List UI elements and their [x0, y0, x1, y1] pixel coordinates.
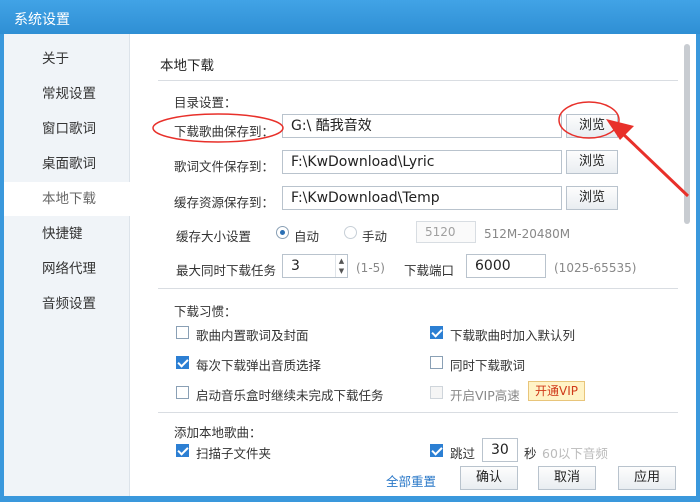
window-title: 系统设置 — [14, 12, 70, 28]
cache-size-input[interactable]: 5120 — [416, 221, 476, 243]
port-input[interactable]: 6000 — [466, 254, 546, 278]
resume-tasks-label: 启动音乐盒时继续未完成下载任务 — [196, 388, 384, 403]
sidebar-item-local-download[interactable]: 本地下载 — [4, 182, 130, 216]
sidebar-item-general[interactable]: 常规设置 — [4, 77, 130, 111]
cache-auto-radio[interactable] — [276, 226, 289, 239]
download-lyrics-label: 同时下载歌词 — [450, 358, 526, 373]
directory-header: 目录设置： — [174, 95, 237, 110]
section-divider — [158, 288, 678, 289]
embed-lyrics-checkbox[interactable] — [176, 326, 189, 339]
reset-all-link[interactable]: 全部重置 — [386, 471, 436, 490]
scrollbar[interactable] — [684, 44, 692, 484]
quality-popup-checkbox[interactable] — [176, 356, 189, 369]
sidebar: 关于 常规设置 窗口歌词 桌面歌词 本地下载 快捷键 网络代理 音频设置 — [4, 34, 130, 496]
add-local-header: 添加本地歌曲： — [174, 425, 262, 440]
skip-short-checkbox[interactable] — [430, 444, 443, 457]
skip-tail-label: 60以下音频 — [542, 446, 608, 461]
max-tasks-input[interactable]: 3 ▲ ▼ — [282, 254, 348, 278]
section-divider — [158, 80, 678, 81]
skip-seconds-input[interactable]: 30 — [482, 438, 518, 462]
vip-speed-checkbox[interactable] — [430, 386, 443, 399]
lyric-path-label: 歌词文件保存到： — [174, 159, 275, 174]
add-default-list-checkbox[interactable] — [430, 326, 443, 339]
lyric-path-input[interactable]: F:\KwDownload\Lyric — [282, 150, 562, 174]
section-divider — [158, 412, 678, 413]
scan-subfolders-checkbox[interactable] — [176, 444, 189, 457]
skip-unit-label: 秒 — [524, 446, 537, 461]
sidebar-item-about[interactable]: 关于 — [4, 42, 130, 76]
title-bar[interactable]: 系统设置 — [0, 0, 700, 34]
cache-range-hint: 512M-20480M — [484, 227, 571, 241]
download-lyrics-checkbox[interactable] — [430, 356, 443, 369]
open-vip-button[interactable]: 开通VIP — [528, 381, 585, 401]
scan-subfolders-label: 扫描子文件夹 — [196, 446, 272, 461]
quality-popup-label: 每次下载弹出音质选择 — [196, 358, 322, 373]
settings-window: 系统设置 关于 常规设置 窗口歌词 桌面歌词 本地下载 快捷键 网络代理 音频设… — [0, 0, 700, 502]
cache-manual-label: 手动 — [362, 229, 388, 244]
habits-header: 下载习惯： — [174, 304, 237, 319]
song-path-browse-button[interactable]: 浏览 — [566, 114, 618, 138]
sidebar-item-window-lyrics[interactable]: 窗口歌词 — [4, 112, 130, 146]
max-tasks-value: 3 — [291, 258, 300, 274]
skip-short-label: 跳过 — [450, 446, 476, 461]
song-path-input[interactable]: G:\ 酷我音效 — [282, 114, 562, 138]
song-path-label: 下载歌曲保存到： — [174, 124, 275, 139]
max-tasks-label: 最大同时下载任务 — [176, 263, 277, 278]
sidebar-item-desktop-lyrics[interactable]: 桌面歌词 — [4, 147, 130, 181]
resume-tasks-checkbox[interactable] — [176, 386, 189, 399]
scrollbar-thumb[interactable] — [684, 44, 690, 224]
cache-size-label: 缓存大小设置 — [176, 229, 252, 244]
add-default-list-label: 下载歌曲时加入默认列 — [450, 328, 576, 343]
confirm-button[interactable]: 确认 — [460, 466, 518, 490]
section-title: 本地下载 — [160, 58, 214, 74]
apply-button[interactable]: 应用 — [618, 466, 676, 490]
max-tasks-stepper[interactable]: ▲ ▼ — [335, 255, 347, 277]
settings-panel: 本地下载 目录设置： 下载歌曲保存到： G:\ 酷我音效 浏览 歌词文件保存到：… — [130, 34, 696, 496]
sidebar-item-proxy[interactable]: 网络代理 — [4, 252, 130, 286]
cache-auto-label: 自动 — [294, 229, 320, 244]
max-tasks-range: (1-5) — [356, 261, 385, 275]
vip-speed-label: 开启VIP高速 — [450, 388, 520, 403]
cache-manual-radio[interactable] — [344, 226, 357, 239]
cancel-button[interactable]: 取消 — [538, 466, 596, 490]
lyric-path-browse-button[interactable]: 浏览 — [566, 150, 618, 174]
embed-lyrics-label: 歌曲内置歌词及封面 — [196, 328, 309, 343]
sidebar-item-shortcuts[interactable]: 快捷键 — [4, 217, 130, 251]
sidebar-item-audio[interactable]: 音频设置 — [4, 287, 130, 321]
cache-path-label: 缓存资源保存到： — [174, 195, 275, 210]
port-label: 下载端口 — [404, 263, 455, 278]
cache-path-input[interactable]: F:\KwDownload\Temp — [282, 186, 562, 210]
cache-path-browse-button[interactable]: 浏览 — [566, 186, 618, 210]
port-range: (1025-65535) — [554, 261, 637, 275]
